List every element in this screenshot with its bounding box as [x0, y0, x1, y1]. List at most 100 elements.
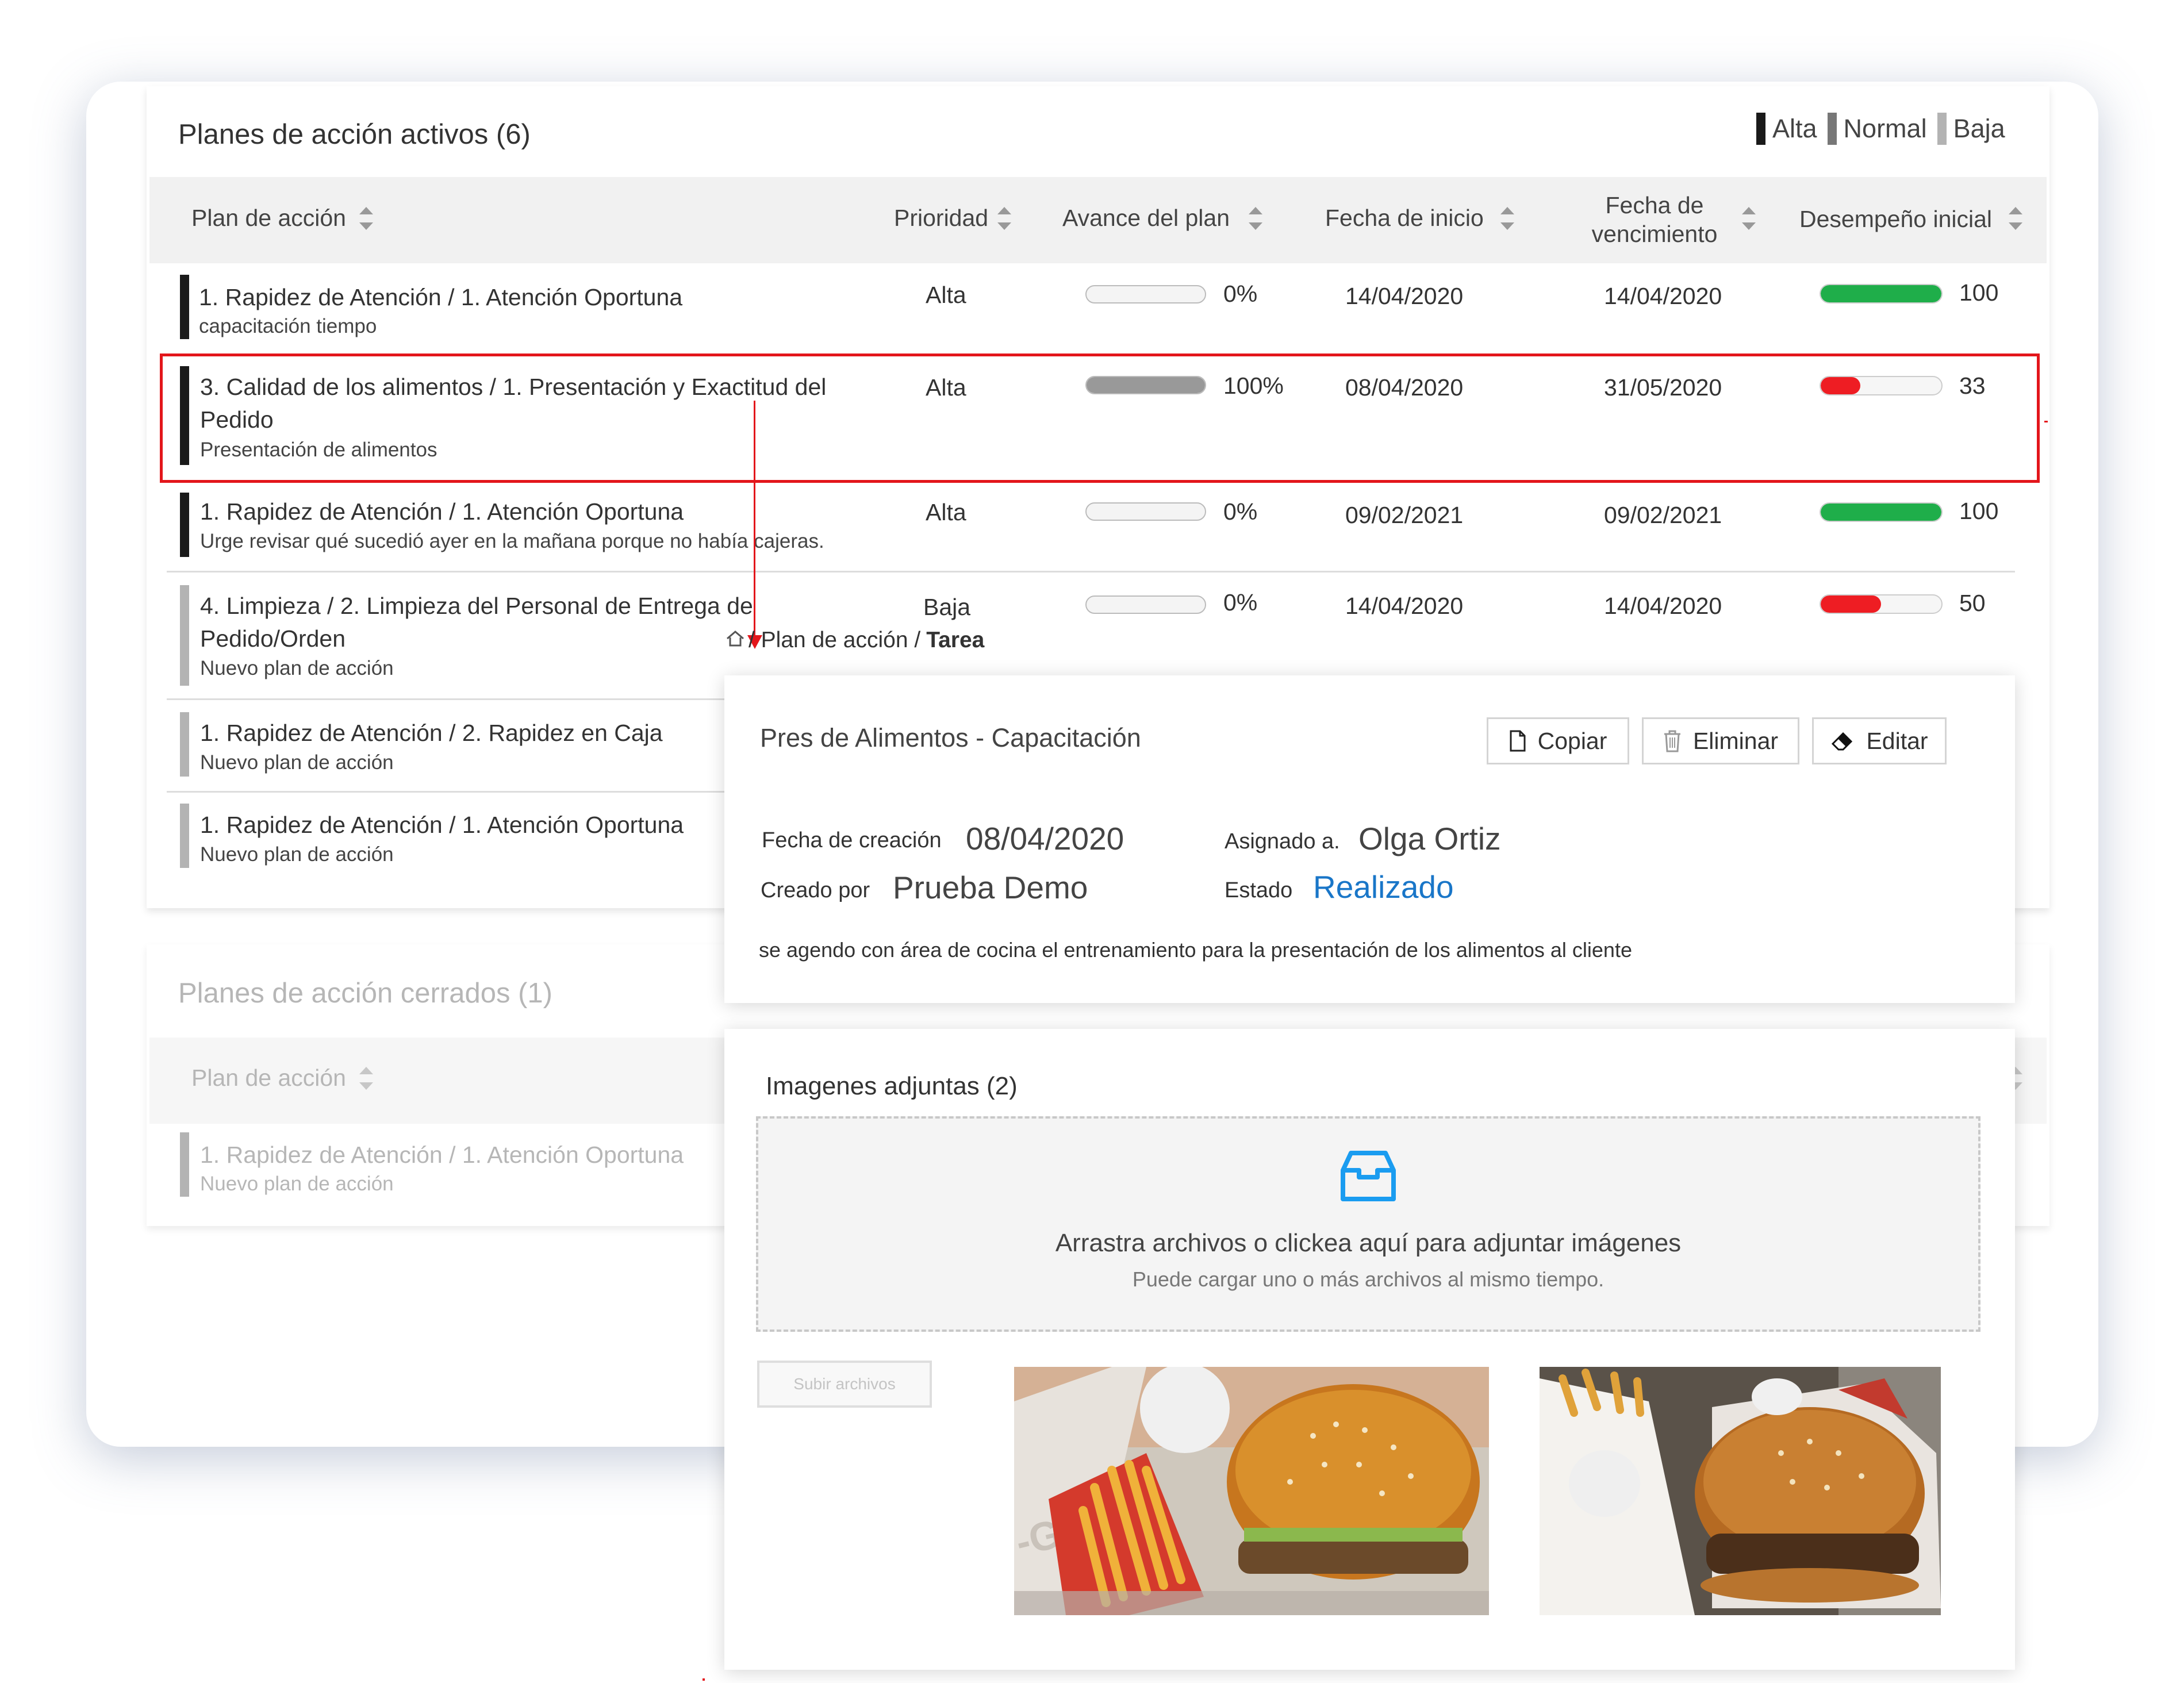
- progress-label: 0%: [1223, 280, 1258, 307]
- attached-photo-2[interactable]: [1540, 1367, 1941, 1615]
- sort-icon[interactable]: [1742, 207, 1756, 230]
- task-title: Pres de Alimentos - Capacitación: [760, 723, 1141, 752]
- plan-title[interactable]: 1. Rapidez de Atención / 2. Rapidez en C…: [200, 717, 663, 750]
- priority-legend: Alta Normal Baja: [1756, 113, 2005, 145]
- priority-value: Alta: [926, 282, 966, 308]
- col-plan-header[interactable]: Plan de acción: [191, 203, 346, 232]
- legend-label-alta: Alta: [1772, 114, 1817, 143]
- priority-value: Alta: [926, 499, 966, 525]
- plan-title[interactable]: 1. Rapidez de Atención / 1. Atención Opo…: [199, 281, 682, 314]
- col-avance-header[interactable]: Avance del plan: [1062, 203, 1230, 232]
- plan-title[interactable]: 1. Rapidez de Atención / 1. Atención Opo…: [200, 495, 684, 528]
- row-divider: [167, 571, 2015, 572]
- priority-value: Baja: [923, 594, 971, 620]
- due-date: 14/04/2020: [1604, 283, 1722, 309]
- performance-bar: [1820, 502, 1943, 522]
- delete-button[interactable]: Eliminar: [1642, 717, 1799, 764]
- col-vencimiento-line2: vencimiento: [1591, 221, 1718, 247]
- performance-fill: [1821, 285, 1941, 302]
- performance-fill: [1821, 504, 1941, 521]
- attachments-title: Imagenes adjuntas (2): [766, 1072, 1018, 1100]
- legend-swatch-baja: [1937, 113, 1947, 145]
- priority-bar: [180, 712, 189, 777]
- plan-subtitle: Nuevo plan de acción: [200, 843, 394, 866]
- dropzone-main-text: Arrastra archivos o clickea aquí para ad…: [1055, 1229, 1682, 1257]
- closed-col-plan-header[interactable]: Plan de acción: [191, 1063, 346, 1092]
- breadcrumb-plan[interactable]: / Plan de acción /: [749, 628, 920, 653]
- sort-icon[interactable]: [359, 207, 373, 230]
- upload-files-button[interactable]: Subir archivos: [757, 1361, 932, 1408]
- col-inicio-header[interactable]: Fecha de inicio: [1325, 203, 1484, 232]
- assigned-value: Olga Ortiz: [1358, 821, 1501, 856]
- performance-value: 50: [1959, 590, 1986, 616]
- row-divider: [167, 791, 724, 793]
- due-date: 14/04/2020: [1604, 593, 1722, 619]
- plan-subtitle: Nuevo plan de acción: [200, 1173, 394, 1195]
- legend-swatch-normal: [1827, 113, 1837, 145]
- inbox-icon: [1339, 1150, 1397, 1208]
- assigned-label: Asignado a.: [1225, 829, 1340, 854]
- start-date: 09/02/2021: [1345, 502, 1464, 528]
- legend-label-normal: Normal: [1843, 114, 1927, 143]
- stray-mark: [703, 1678, 705, 1681]
- plan-subtitle: Nuevo plan de acción: [200, 751, 394, 774]
- priority-bar: [180, 493, 189, 557]
- creation-date-value: 08/04/2020: [966, 821, 1124, 856]
- created-by-label: Creado por: [761, 878, 870, 902]
- start-date: 14/04/2020: [1345, 283, 1464, 309]
- sort-icon[interactable]: [997, 207, 1011, 230]
- sort-icon[interactable]: [1500, 207, 1514, 230]
- col-vencimiento-line1: Fecha de: [1605, 192, 1704, 218]
- plan-title[interactable]: 4. Limpieza / 2. Limpieza del Personal d…: [200, 590, 753, 655]
- file-dropzone[interactable]: [756, 1116, 1980, 1332]
- performance-bar: [1820, 594, 1943, 614]
- sort-icon[interactable]: [1249, 207, 1262, 230]
- copy-button[interactable]: Copiar: [1487, 717, 1629, 764]
- col-desempeno-header[interactable]: Desempeño inicial: [1799, 205, 1992, 233]
- status-value: Realizado: [1313, 869, 1454, 905]
- selected-row-highlight: [160, 353, 2040, 483]
- plan-title[interactable]: 1. Rapidez de Atención / 1. Atención Opo…: [200, 809, 684, 841]
- start-date: 14/04/2020: [1345, 593, 1464, 619]
- sort-icon[interactable]: [359, 1067, 373, 1090]
- due-date: 09/02/2021: [1604, 502, 1722, 528]
- sort-icon[interactable]: [2009, 207, 2022, 230]
- creation-date-label: Fecha de creación: [762, 828, 942, 852]
- highlight-tick: [2044, 421, 2048, 422]
- col-vencimiento-header[interactable]: Fecha de vencimiento: [1591, 191, 1718, 248]
- plan-progress-bar: [1085, 502, 1206, 521]
- plan-subtitle: Nuevo plan de acción: [200, 657, 394, 679]
- performance-fill: [1821, 595, 1881, 613]
- progress-label: 0%: [1223, 589, 1258, 616]
- priority-bar: [180, 804, 189, 868]
- col-prioridad-header[interactable]: Prioridad: [894, 203, 988, 232]
- priority-bar: [180, 585, 189, 686]
- delete-button-label: Eliminar: [1692, 727, 1779, 754]
- task-description: se agendo con área de cocina el entrenam…: [759, 938, 1632, 962]
- legend-swatch-alta: [1756, 113, 1765, 145]
- callout-arrow-line: [754, 401, 755, 642]
- created-by-value: Prueba Demo: [893, 870, 1088, 905]
- plan-subtitle: capacitación tiempo: [199, 315, 377, 337]
- active-plans-title: Planes de acción activos (6): [178, 119, 531, 150]
- dropzone-sub-text: Puede cargar uno o más archivos al mismo…: [1132, 1267, 1605, 1291]
- plan-title-line2: Pedido/Orden: [200, 625, 346, 652]
- row-divider: [167, 698, 724, 700]
- priority-bar: [180, 275, 189, 339]
- edit-button[interactable]: Editar: [1812, 717, 1947, 764]
- plan-title-line1: 4. Limpieza / 2. Limpieza del Personal d…: [200, 593, 753, 619]
- breadcrumb: / Plan de acción / Tarea: [726, 628, 984, 653]
- attached-photo-1[interactable]: -GRI: [1014, 1367, 1489, 1615]
- priority-bar: [180, 1132, 189, 1197]
- plan-subtitle: Urge revisar qué sucedió ayer en la maña…: [200, 530, 824, 552]
- home-icon[interactable]: [726, 628, 745, 653]
- trash-icon: [1663, 729, 1682, 752]
- performance-bar: [1820, 284, 1943, 303]
- plan-progress-bar: [1085, 595, 1206, 614]
- edit-button-label: Editar: [1866, 727, 1928, 754]
- document-icon: [1509, 730, 1526, 752]
- performance-value: 100: [1959, 279, 1999, 306]
- eraser-icon: [1830, 730, 1855, 752]
- status-label: Estado: [1225, 878, 1293, 902]
- plan-title[interactable]: 1. Rapidez de Atención / 1. Atención Opo…: [200, 1139, 684, 1171]
